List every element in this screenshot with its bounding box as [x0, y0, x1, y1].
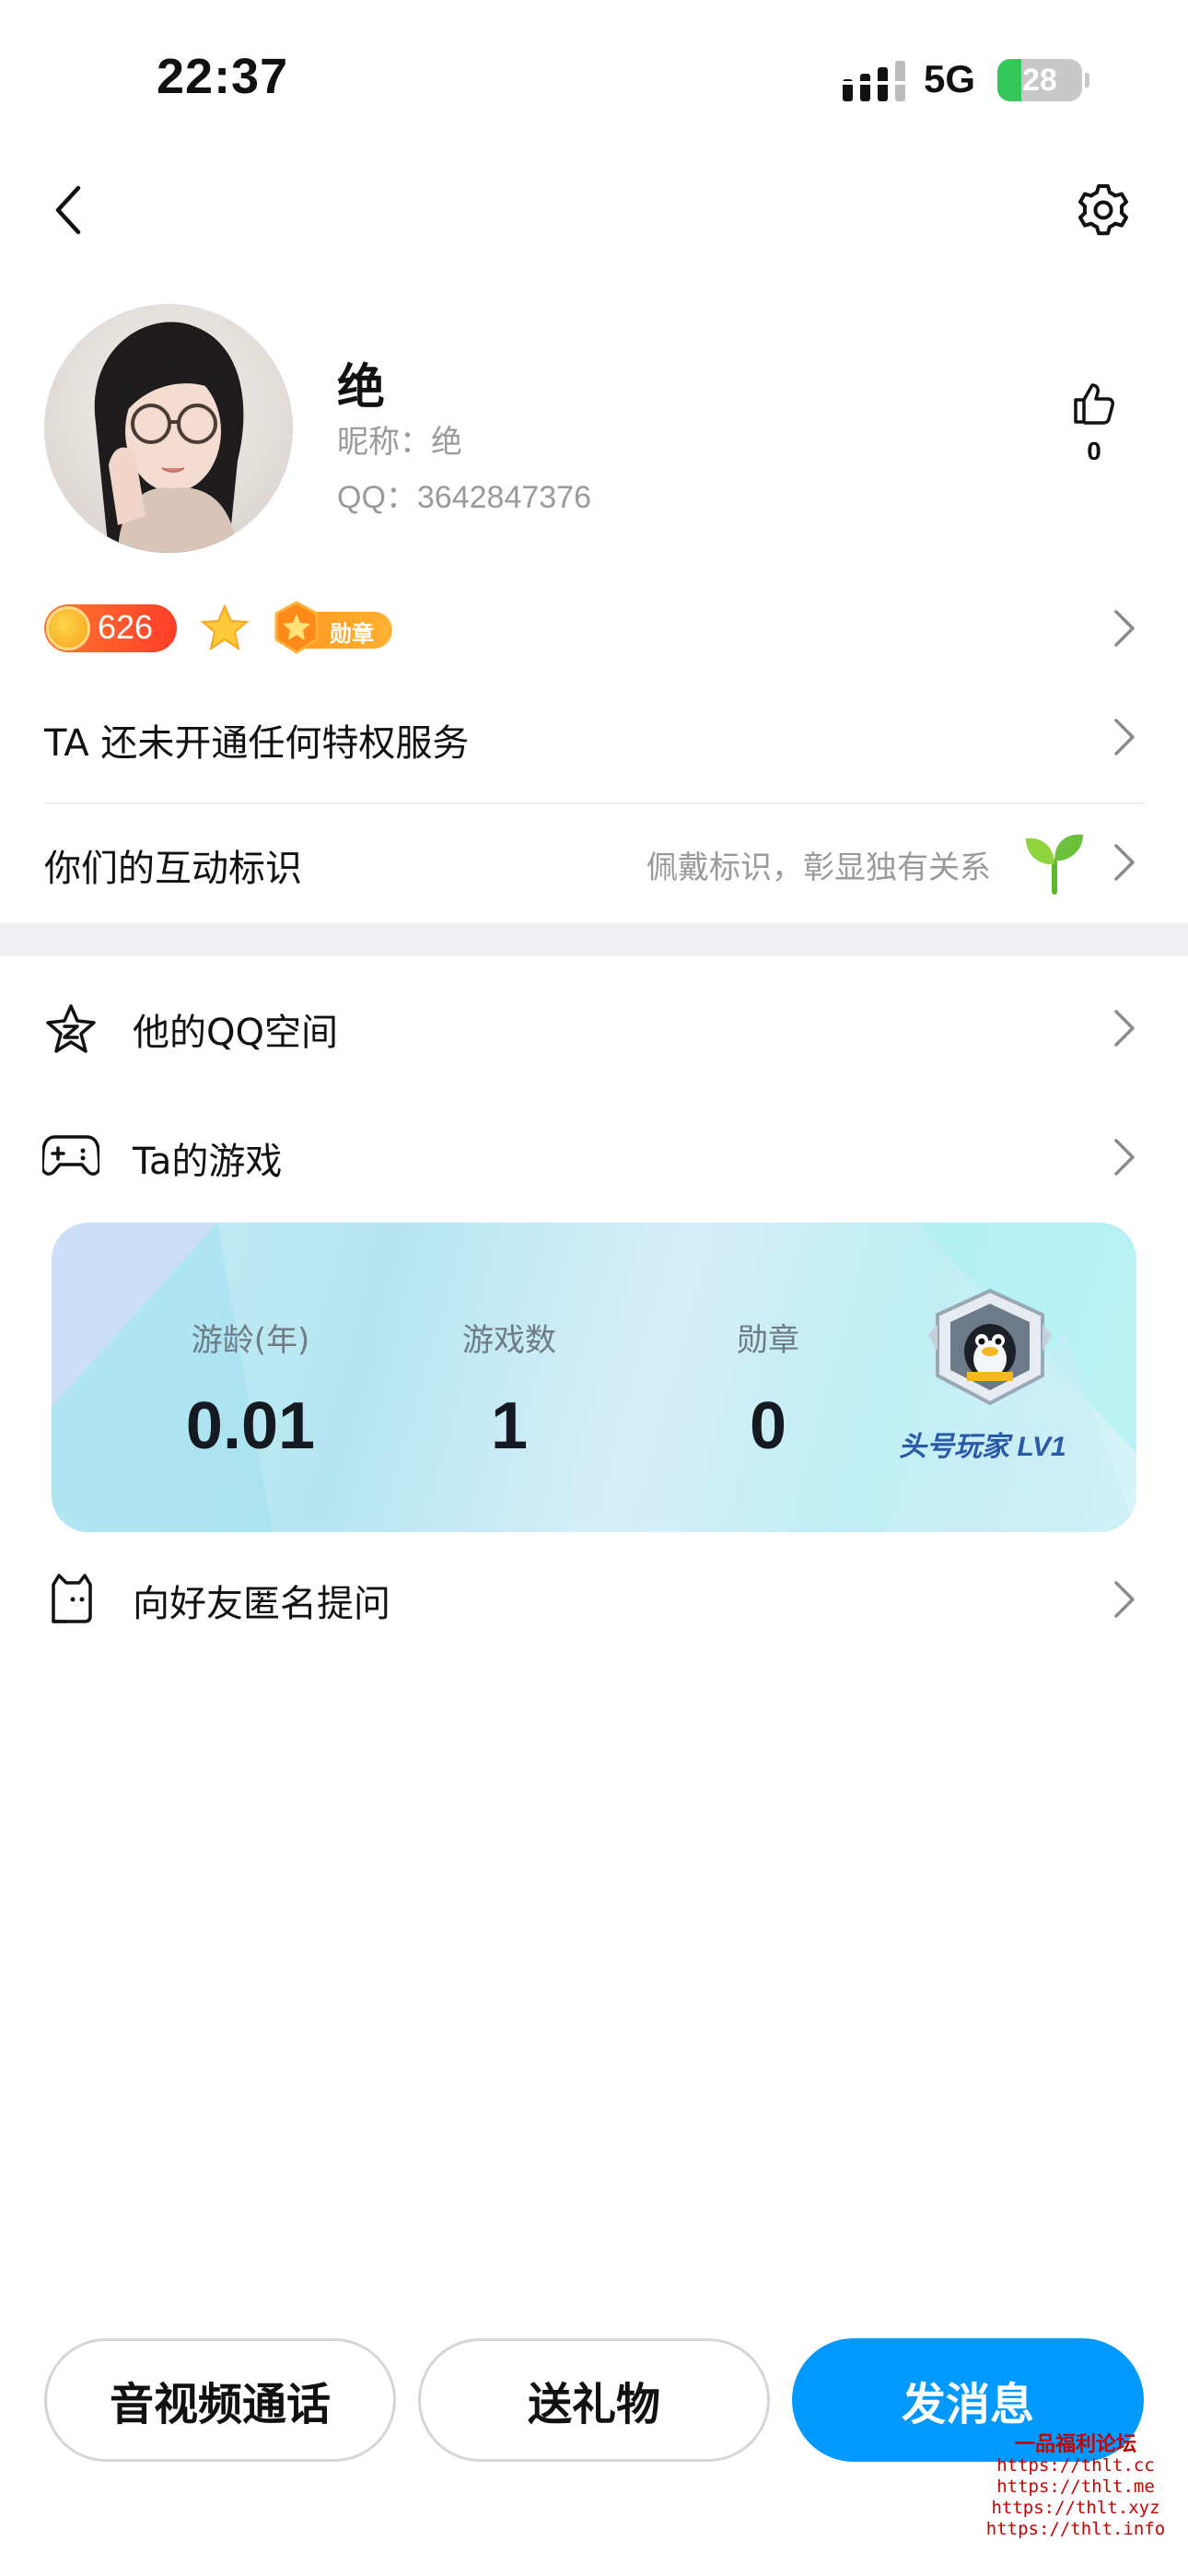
interaction-mark-row[interactable]: 你们的互动标识 佩戴标识，彰显独有关系: [0, 811, 1188, 912]
privilege-text: TA 还未开通任何特权服务: [44, 722, 470, 765]
chevron-right-icon: [1114, 1010, 1135, 1047]
anonymous-question-label: 向好友匿名提问: [133, 1583, 390, 1625]
qzone-row[interactable]: 他的QQ空间: [0, 977, 1188, 1078]
game-stats-card[interactable]: 游龄(年) 0.01 游戏数 1 勋章 0 头号玩家 LV1: [52, 1223, 1136, 1532]
interaction-hint: 佩戴标识，彰显独有关系: [646, 849, 991, 886]
gear-icon[interactable]: [1074, 181, 1133, 240]
medal-badge: 勋章: [273, 601, 394, 654]
penguin-badge-icon: [928, 1288, 1052, 1406]
avatar[interactable]: [44, 304, 293, 553]
qzone-star-icon: [46, 1004, 96, 1053]
qzone-label: 他的QQ空间: [133, 1012, 338, 1054]
thumbs-up-icon: [1074, 383, 1114, 425]
stat-value-game-count: 1: [490, 1389, 529, 1463]
battery-indicator: 28: [997, 59, 1082, 101]
watermark-url: https://thlt.me: [996, 2476, 1155, 2497]
send-gift-button[interactable]: 送礼物: [418, 2338, 770, 2462]
status-bar: 22:37 5G 28: [0, 0, 1188, 157]
badges-row[interactable]: 626 勋章: [44, 597, 1144, 663]
games-row[interactable]: Ta的游戏: [0, 1106, 1188, 1207]
coin-icon: [46, 606, 90, 650]
like-button[interactable]: 0: [1059, 380, 1129, 466]
chevron-left-icon: [55, 185, 81, 235]
watermark-url: https://thlt.cc: [996, 2455, 1155, 2476]
watermark-url: https://thlt.xyz: [991, 2498, 1160, 2518]
network-type: 5G: [924, 57, 976, 100]
display-name: 绝: [337, 360, 386, 416]
watermark-url: https://thlt.info: [985, 2519, 1166, 2539]
video-call-button[interactable]: 音视频通话: [44, 2338, 396, 2462]
signal-bars-icon: [843, 61, 905, 101]
gamepad-icon: [42, 1135, 99, 1176]
stat-label-game-age: 游龄(年): [191, 1322, 310, 1359]
stat-value-game-age: 0.01: [185, 1389, 316, 1463]
sprout-icon: [1026, 834, 1083, 895]
chevron-right-icon: [1114, 610, 1135, 647]
medal-label: 勋章: [330, 621, 374, 647]
chevron-right-icon: [1114, 1139, 1135, 1176]
games-label: Ta的游戏: [133, 1141, 283, 1183]
chevron-right-icon: [1114, 1581, 1135, 1618]
nickname-line: 昵称：绝: [337, 424, 462, 461]
game-badge-title: 头号玩家 LV1: [899, 1432, 1066, 1462]
chevron-right-icon: [1114, 844, 1135, 881]
battery-nub: [1085, 73, 1089, 88]
section-gap: [0, 923, 1188, 956]
stat-label-medals: 勋章: [737, 1322, 799, 1359]
like-count: 0: [1087, 437, 1101, 465]
avatar-image: [44, 304, 293, 553]
stat-value-medals: 0: [749, 1389, 787, 1463]
divider: [44, 802, 1144, 804]
privilege-row[interactable]: TA 还未开通任何特权服务: [0, 691, 1188, 783]
battery-percent: 28: [1022, 63, 1057, 98]
back-button[interactable]: [41, 177, 96, 243]
watermark: 一品福利论坛 https://thlt.cc https://thlt.me h…: [984, 2434, 1168, 2540]
medal-shield-icon: [274, 601, 319, 654]
level-value: 626: [98, 608, 154, 646]
anonymous-question-row[interactable]: 向好友匿名提问: [0, 1548, 1188, 1649]
stat-label-game-count: 游戏数: [462, 1322, 556, 1359]
chevron-right-icon: [1114, 719, 1135, 755]
level-badge: 626: [44, 604, 177, 652]
anonymous-cat-icon: [52, 1574, 92, 1623]
status-time: 22:37: [157, 49, 289, 104]
star-icon: [200, 603, 250, 651]
qq-number[interactable]: QQ：3642847376: [337, 472, 591, 517]
interaction-title: 你们的互动标识: [44, 848, 302, 890]
watermark-title: 一品福利论坛: [1014, 2433, 1136, 2456]
